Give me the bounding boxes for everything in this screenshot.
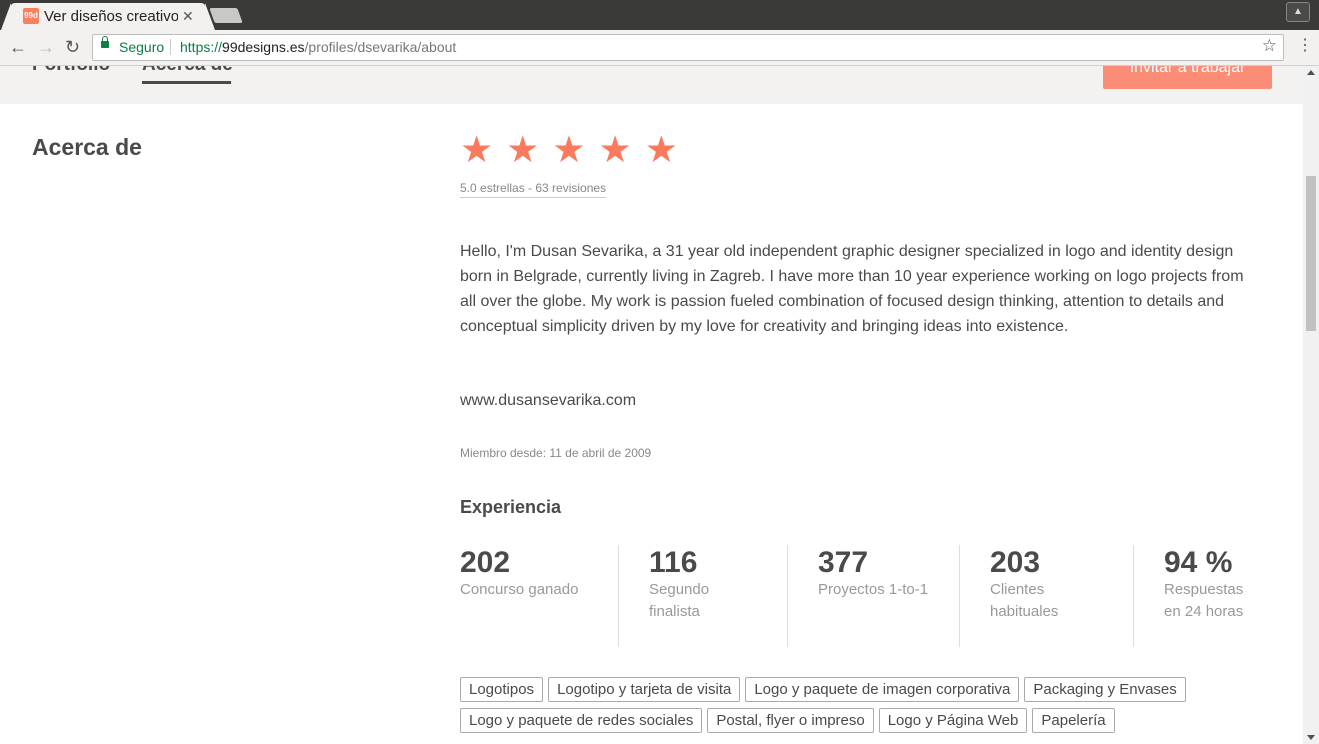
star-icon: ★ xyxy=(598,129,632,170)
stat-divider xyxy=(1133,545,1134,647)
bookmark-star-icon[interactable]: ☆ xyxy=(1262,36,1277,56)
invite-button[interactable]: Invitar a trabajar xyxy=(1103,66,1272,89)
tab-title: Ver diseños creativos xyxy=(44,8,178,25)
tag[interactable]: Logo y paquete de imagen corporativa xyxy=(745,677,1020,702)
tag[interactable]: Postal, flyer o impreso xyxy=(707,708,874,733)
tag[interactable]: Papelería xyxy=(1032,708,1115,733)
active-tab-underline xyxy=(142,81,231,84)
stat-runner-up: 116 Segundo finalista xyxy=(649,545,749,623)
star-icon: ★ xyxy=(644,129,678,170)
tag[interactable]: Logotipo y tarjeta de visita xyxy=(548,677,741,702)
stat-label: Proyectos 1-to-1 xyxy=(818,581,929,598)
rating-reviews-link[interactable]: 5.0 estrellas - 63 revisiones xyxy=(460,181,607,198)
window-user-icon[interactable]: ▲ xyxy=(1286,2,1310,22)
back-icon[interactable]: ← xyxy=(9,37,27,57)
stat-repeat-clients: 203 Clientes habituales xyxy=(990,545,1090,623)
address-separator xyxy=(170,39,171,55)
forward-icon[interactable]: → xyxy=(37,37,55,57)
browser-tab-bar: 99d Ver diseños creativos ✕ ▲ xyxy=(0,0,1319,30)
page-scrollbar[interactable] xyxy=(1303,66,1319,744)
new-tab-button[interactable] xyxy=(209,8,243,23)
scroll-down-icon[interactable] xyxy=(1307,735,1315,740)
stat-contests-won: 202 Concurso ganado xyxy=(460,545,600,601)
star-icon: ★ xyxy=(506,129,540,170)
url-protocol: https:// xyxy=(180,39,223,55)
experience-title: Experiencia xyxy=(460,497,562,517)
stat-value: 94 % xyxy=(1164,546,1233,579)
stat-divider xyxy=(618,545,619,647)
url-path: /profiles/dsevarika/about xyxy=(304,39,457,55)
tag[interactable]: Packaging y Envases xyxy=(1024,677,1186,702)
stat-label: Clientes habituales xyxy=(990,581,1059,620)
address-bar[interactable]: Seguro https://99designs.es/profiles/dse… xyxy=(92,34,1284,61)
lock-icon xyxy=(101,36,109,48)
category-tags: Logotipos Logotipo y tarjeta de visita Log… xyxy=(460,677,1280,739)
stat-value: 203 xyxy=(990,546,1041,579)
favicon-icon: 99d xyxy=(23,8,39,24)
rating-stars: ★ ★ ★ ★ ★ xyxy=(460,129,691,170)
stat-response-rate: 94 % Respuestas en 24 horas xyxy=(1164,545,1254,623)
stat-label: Segundo finalista xyxy=(649,581,710,620)
browser-tab[interactable]: 99d Ver diseños creativos ✕ xyxy=(1,3,215,30)
stat-value: 116 xyxy=(649,546,698,579)
url-text[interactable]: https://99designs.es/profiles/dsevarika/… xyxy=(180,39,456,55)
stat-value: 377 xyxy=(818,546,869,579)
star-icon: ★ xyxy=(552,129,586,170)
tag[interactable]: Logo y Página Web xyxy=(878,708,1028,733)
url-host: 99designs.es xyxy=(222,39,305,55)
reload-icon[interactable]: ↻ xyxy=(65,37,80,57)
stat-label: Concurso ganado xyxy=(460,581,579,598)
website-link[interactable]: www.dusansevarika.com xyxy=(460,392,636,410)
tag[interactable]: Logo y paquete de redes sociales xyxy=(460,708,703,733)
scroll-up-icon[interactable] xyxy=(1307,70,1315,75)
tag[interactable]: Logotipos xyxy=(460,677,544,702)
stat-divider xyxy=(787,545,788,647)
star-icon: ★ xyxy=(460,129,494,170)
stat-value: 202 xyxy=(460,546,511,579)
close-tab-icon[interactable]: ✕ xyxy=(182,8,194,25)
profile-nav: Portfolio Acerca de Invitar a trabajar xyxy=(0,66,1303,104)
section-title: Acerca de xyxy=(32,134,142,160)
browser-menu-icon[interactable]: ⋮ xyxy=(1297,37,1313,55)
stat-divider xyxy=(959,545,960,647)
stat-one-to-one: 377 Proyectos 1-to-1 xyxy=(818,545,948,601)
scroll-thumb[interactable] xyxy=(1306,176,1316,331)
tab-about[interactable]: Acerca de xyxy=(142,66,233,76)
stat-label: Respuestas en 24 horas xyxy=(1164,581,1244,620)
secure-label: Seguro xyxy=(119,39,165,55)
bio-text: Hello, I'm Dusan Sevarika, a 31 year old… xyxy=(460,243,1244,335)
tab-portfolio[interactable]: Portfolio xyxy=(32,66,110,76)
browser-toolbar: ← → ↻ Seguro https://99designs.es/profil… xyxy=(0,30,1319,66)
member-since: Miembro desde: 11 de abril de 2009 xyxy=(460,446,652,460)
